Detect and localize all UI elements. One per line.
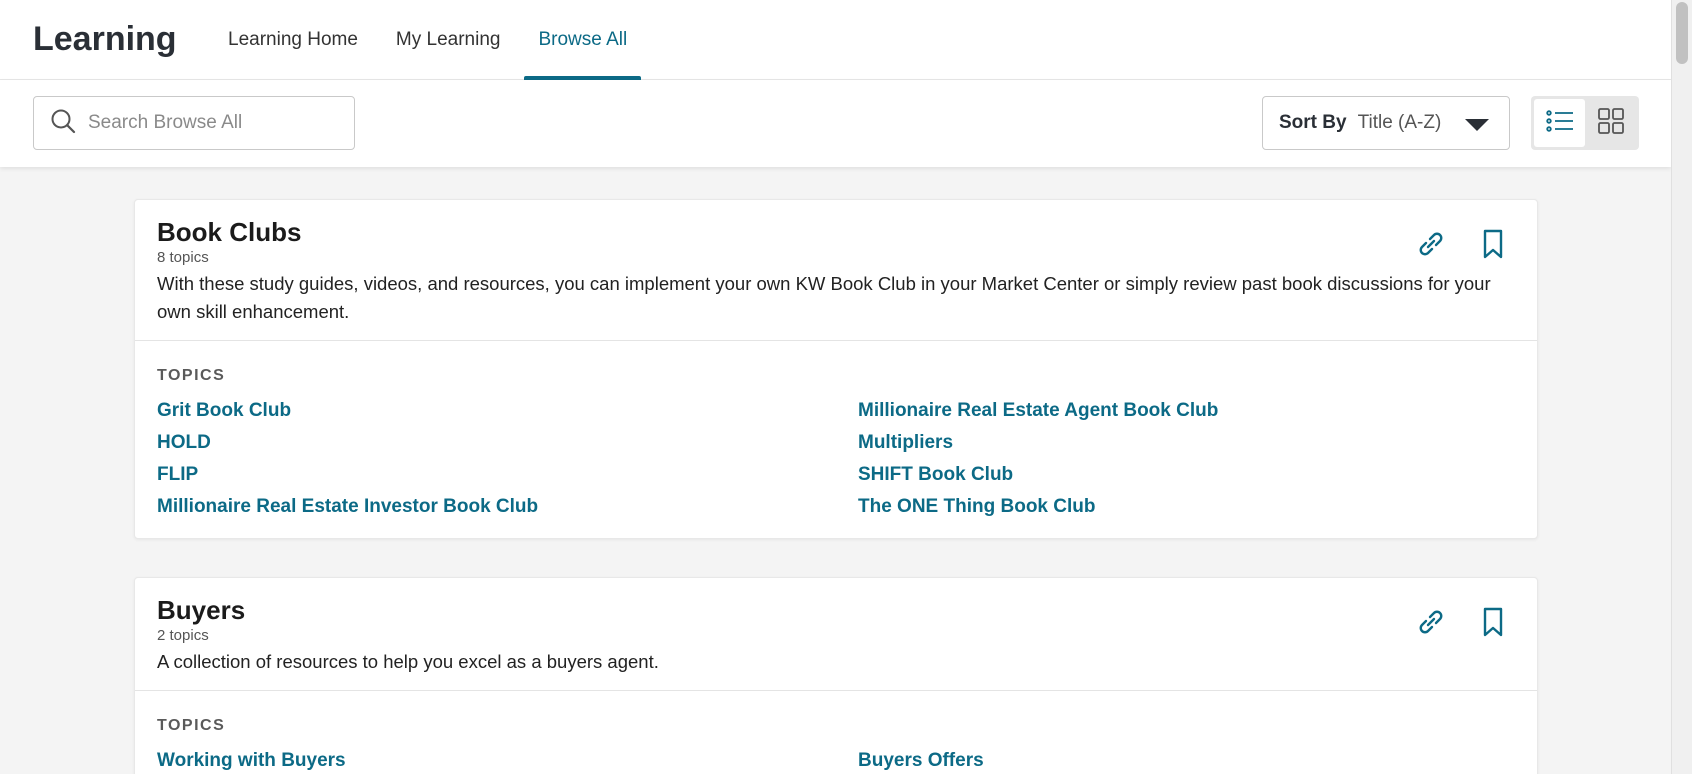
tab-learning-home[interactable]: Learning Home (214, 0, 372, 79)
sort-dropdown[interactable]: Sort By Title (A-Z) (1262, 96, 1510, 150)
topics-list: Grit Book Club Millionaire Real Estate A… (157, 399, 1515, 518)
topic-link[interactable]: Grit Book Club (157, 399, 858, 422)
bookmark-icon[interactable] (1477, 228, 1509, 260)
card-header: Book Clubs 8 topics With these study gui… (135, 200, 1537, 341)
card-description: A collection of resources to help you ex… (157, 651, 659, 672)
category-card: Buyers 2 topics A collection of resource… (134, 577, 1538, 774)
search-icon (50, 108, 76, 139)
topics-list: Working with Buyers Buyers Offers (157, 749, 1515, 772)
bookmark-icon[interactable] (1477, 606, 1509, 638)
topic-link[interactable]: Multipliers (858, 431, 1515, 454)
topic-link[interactable]: HOLD (157, 431, 858, 454)
chevron-down-icon (1465, 119, 1489, 131)
topic-count: 2 topics (157, 627, 209, 644)
card-body: TOPICS Working with Buyers Buyers Offers (135, 691, 1537, 774)
view-toggle (1531, 96, 1639, 150)
top-navigation: Learning Learning Home My Learning Brows… (0, 0, 1671, 80)
category-card: Book Clubs 8 topics With these study gui… (134, 199, 1538, 539)
grid-icon (1597, 107, 1624, 139)
card-actions (1415, 228, 1509, 260)
card-actions (1415, 606, 1509, 638)
search-input[interactable] (88, 112, 328, 134)
card-title[interactable]: Buyers (157, 595, 1515, 625)
topic-count: 8 topics (157, 249, 209, 266)
grid-view-button[interactable] (1585, 99, 1636, 147)
topic-link[interactable]: FLIP (157, 463, 858, 486)
app-title: Learning (33, 20, 177, 58)
card-header: Buyers 2 topics A collection of resource… (135, 578, 1537, 691)
scrollbar[interactable] (1671, 0, 1692, 774)
topic-link[interactable]: Working with Buyers (157, 749, 858, 772)
link-icon[interactable] (1415, 228, 1447, 260)
scrollbar-thumb[interactable] (1676, 2, 1688, 64)
card-title[interactable]: Book Clubs (157, 217, 1515, 247)
sort-label: Sort By (1279, 112, 1347, 133)
topic-link[interactable]: The ONE Thing Book Club (858, 495, 1515, 518)
search-box[interactable] (33, 96, 355, 150)
topic-link[interactable]: SHIFT Book Club (858, 463, 1515, 486)
toolbar: Sort By Title (A-Z) (0, 80, 1671, 167)
list-icon (1545, 109, 1574, 138)
topics-label: TOPICS (157, 367, 226, 384)
topic-link[interactable]: Millionaire Real Estate Agent Book Club (858, 399, 1515, 422)
tab-my-learning[interactable]: My Learning (382, 0, 515, 79)
topics-label: TOPICS (157, 717, 226, 734)
topic-link[interactable]: Buyers Offers (858, 749, 1515, 772)
topic-link[interactable]: Millionaire Real Estate Investor Book Cl… (157, 495, 858, 518)
card-body: TOPICS Grit Book Club Millionaire Real E… (135, 341, 1537, 538)
link-icon[interactable] (1415, 606, 1447, 638)
sort-value: Title (A-Z) (1357, 112, 1442, 133)
tab-browse-all[interactable]: Browse All (524, 0, 641, 80)
list-view-button[interactable] (1534, 99, 1585, 147)
card-description: With these study guides, videos, and res… (157, 273, 1491, 322)
